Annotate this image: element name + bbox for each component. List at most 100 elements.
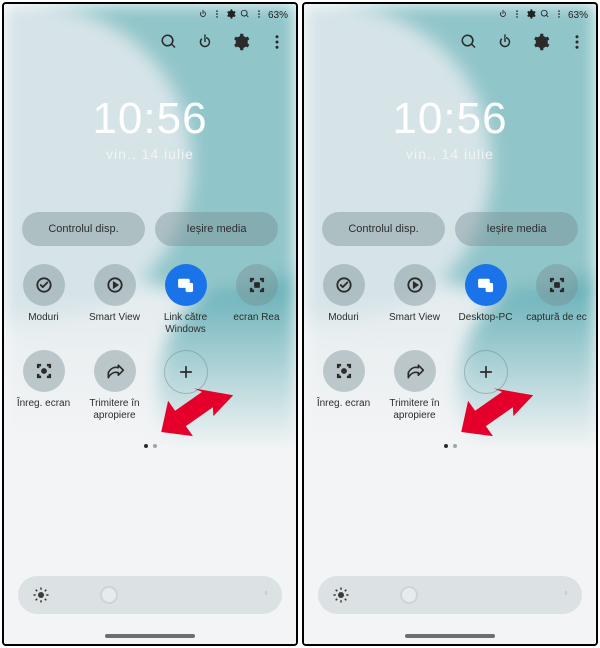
vibrate-icon: [226, 9, 236, 22]
phone-panel-0: 63% 10:56 vin., 14 iulie Controlul disp.…: [0, 0, 300, 648]
clock-time: 10:56: [304, 94, 596, 144]
qs-tile-moduri[interactable]: Moduri: [8, 264, 79, 336]
search-button[interactable]: [160, 33, 178, 56]
clock-widget: 10:56 vin., 14 iulie: [4, 94, 296, 162]
brightness-slider[interactable]: [318, 576, 582, 614]
power-button[interactable]: [496, 33, 514, 56]
panel-chip[interactable]: Controlul disp.: [322, 212, 445, 246]
panel-chips: Controlul disp. Ieșire media: [304, 212, 596, 246]
brightness-knob[interactable]: [102, 588, 116, 602]
overflow-button[interactable]: [268, 33, 286, 56]
qs-tile-label: Trimitere în apropiere: [79, 398, 150, 422]
qs-tile-label: Desktop-PC: [450, 312, 521, 336]
alarm-icon: [498, 9, 508, 22]
qs-tile-label: Trimitere în apropiere: [379, 398, 450, 422]
qs-tile-label: ecran Rea: [221, 312, 292, 336]
voice-icon: [540, 9, 550, 22]
qs-row: Moduri Smart View Link către Windows ecr…: [8, 264, 292, 336]
brightness-slider[interactable]: [18, 576, 282, 614]
moduri-icon: [23, 264, 65, 306]
clock-date: vin., 14 iulie: [4, 146, 296, 162]
settings-button[interactable]: [532, 33, 550, 56]
phone-panel-1: 63% 10:56 vin., 14 iulie Controlul disp.…: [300, 0, 600, 648]
qs-tile-label: Înreg. ecran: [308, 398, 379, 422]
add-icon: [464, 350, 508, 394]
brightness-icon: [332, 586, 350, 604]
search-button[interactable]: [460, 33, 478, 56]
page-dots[interactable]: [304, 444, 596, 448]
qs-row: Moduri Smart View Desktop-PC captură de …: [308, 264, 592, 336]
voice-icon: [240, 9, 250, 22]
share-icon: [394, 350, 436, 392]
signal-icon: [554, 9, 564, 22]
qs-tile-record[interactable]: Înreg. ecran: [8, 350, 79, 424]
qs-tile-label: captură de ec: [521, 312, 592, 336]
status-bar: 63%: [4, 4, 296, 26]
qs-tile-label: [450, 400, 521, 424]
clock-date: vin., 14 iulie: [304, 146, 596, 162]
record-icon: [23, 350, 65, 392]
gesture-handle[interactable]: [105, 634, 195, 638]
qs-tile-link[interactable]: Link către Windows: [150, 264, 221, 336]
clock-time: 10:56: [4, 94, 296, 144]
qs-tile-add[interactable]: [150, 350, 221, 424]
link-icon: [165, 264, 207, 306]
qs-tile-capture[interactable]: captură de ec: [521, 264, 592, 336]
status-bar: 63%: [304, 4, 596, 26]
link-icon: [465, 264, 507, 306]
clock-widget: 10:56 vin., 14 iulie: [304, 94, 596, 162]
record-icon: [323, 350, 365, 392]
panel-chip[interactable]: Controlul disp.: [22, 212, 145, 246]
panel-topbar: [4, 26, 296, 62]
qs-tile-share[interactable]: Trimitere în apropiere: [379, 350, 450, 424]
capture-icon: [536, 264, 578, 306]
panel-topbar: [304, 26, 596, 62]
overflow-button[interactable]: [568, 33, 586, 56]
smartview-icon: [94, 264, 136, 306]
qs-tile-label: Smart View: [379, 312, 450, 336]
qs-row: Înreg. ecran Trimitere în apropiere: [8, 350, 292, 424]
brightness-more[interactable]: [264, 585, 268, 606]
qs-tile-label: Smart View: [79, 312, 150, 336]
page-dots[interactable]: [4, 444, 296, 448]
battery-pct: 63%: [568, 10, 588, 21]
qs-row: Înreg. ecran Trimitere în apropiere: [308, 350, 592, 424]
panel-chip[interactable]: Ieșire media: [455, 212, 578, 246]
qs-tile-label: Moduri: [8, 312, 79, 336]
panel-chips: Controlul disp. Ieșire media: [4, 212, 296, 246]
qs-tile-label: Înreg. ecran: [8, 398, 79, 422]
settings-button[interactable]: [232, 33, 250, 56]
panel-chip[interactable]: Ieșire media: [155, 212, 278, 246]
qs-tile-moduri[interactable]: Moduri: [308, 264, 379, 336]
qs-tiles: Moduri Smart View Link către Windows ecr…: [4, 264, 296, 424]
share-icon: [94, 350, 136, 392]
qs-tile-record[interactable]: Înreg. ecran: [308, 350, 379, 424]
qs-tile-link[interactable]: Desktop-PC: [450, 264, 521, 336]
brightness-knob[interactable]: [402, 588, 416, 602]
qs-tile-label: [150, 400, 221, 424]
moduri-icon: [323, 264, 365, 306]
capture-icon: [236, 264, 278, 306]
vibrate-icon: [526, 9, 536, 22]
qs-tile-share[interactable]: Trimitere în apropiere: [79, 350, 150, 424]
qs-tile-label: Moduri: [308, 312, 379, 336]
add-icon: [164, 350, 208, 394]
qs-tile-capture[interactable]: ecran Rea: [221, 264, 292, 336]
qs-tile-smartview[interactable]: Smart View: [79, 264, 150, 336]
brightness-icon: [32, 586, 50, 604]
power-button[interactable]: [196, 33, 214, 56]
qs-tiles: Moduri Smart View Desktop-PC captură de …: [304, 264, 596, 424]
bt-icon: [212, 9, 222, 22]
phone-border: 63% 10:56 vin., 14 iulie Controlul disp.…: [302, 2, 598, 646]
phone-border: 63% 10:56 vin., 14 iulie Controlul disp.…: [2, 2, 298, 646]
gesture-handle[interactable]: [405, 634, 495, 638]
qs-tile-label: Link către Windows: [150, 312, 221, 336]
smartview-icon: [394, 264, 436, 306]
brightness-more[interactable]: [564, 585, 568, 606]
signal-icon: [254, 9, 264, 22]
qs-tile-add[interactable]: [450, 350, 521, 424]
alarm-icon: [198, 9, 208, 22]
battery-pct: 63%: [268, 10, 288, 21]
qs-tile-smartview[interactable]: Smart View: [379, 264, 450, 336]
bt-icon: [512, 9, 522, 22]
